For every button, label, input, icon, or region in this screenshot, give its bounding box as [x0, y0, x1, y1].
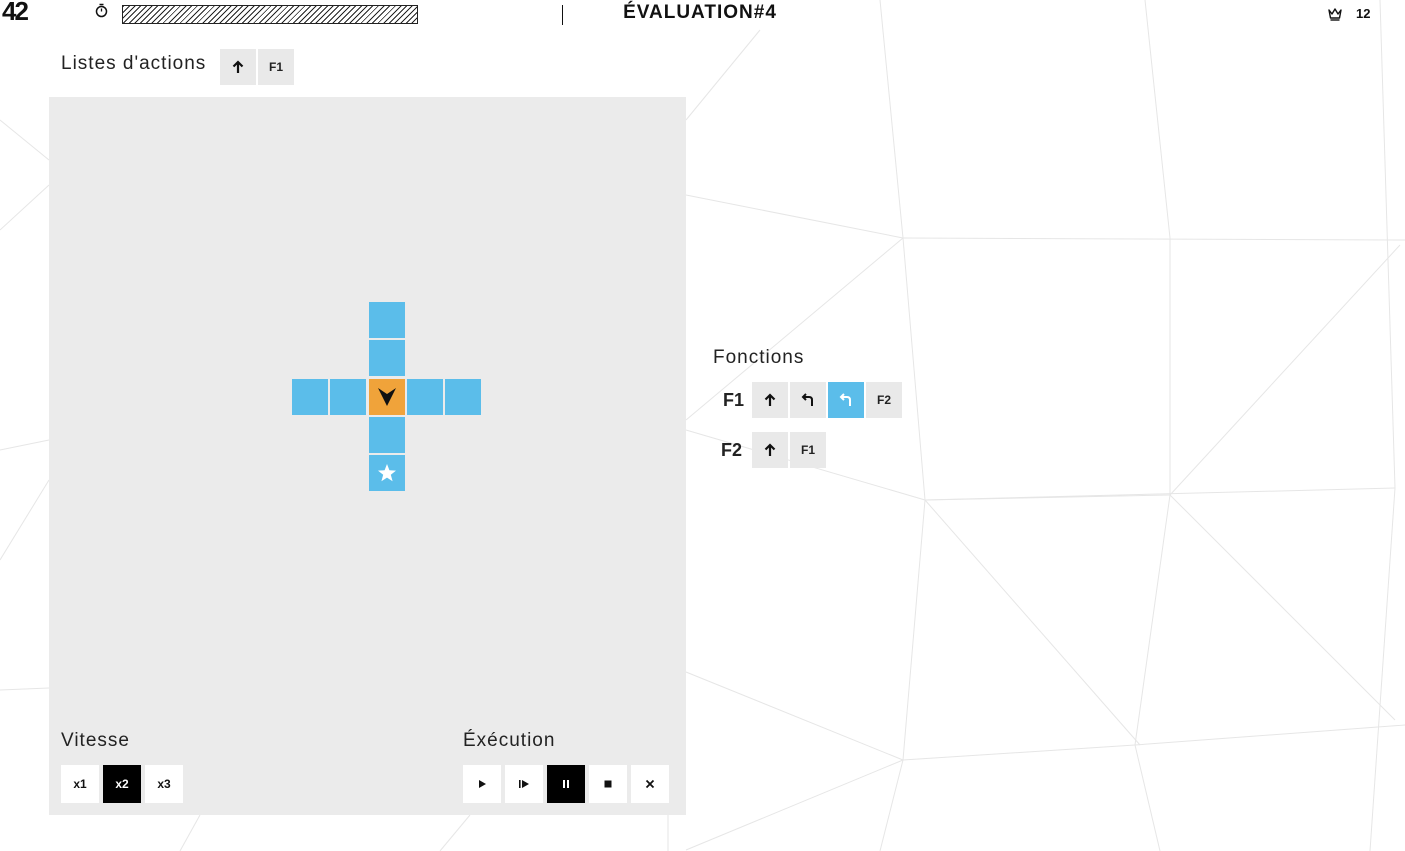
- execution-label: Éxécution: [463, 730, 556, 751]
- step-button[interactable]: [505, 765, 543, 803]
- turn-left-icon: [801, 393, 813, 406]
- timer-progress-bar: [122, 5, 418, 24]
- board-tile: [330, 379, 366, 415]
- function-f2-name: F2: [721, 439, 743, 460]
- step-icon: [519, 780, 529, 788]
- stop-button[interactable]: [589, 765, 627, 803]
- board-tile: [369, 340, 405, 376]
- speed-selector: x1 x2 x3: [61, 765, 187, 803]
- close-icon: [645, 779, 655, 789]
- robot-tile: [369, 379, 405, 415]
- board-tile: [407, 379, 443, 415]
- f1-slot-call-f2[interactable]: F2: [866, 382, 902, 418]
- action-slot-forward[interactable]: [220, 49, 256, 85]
- board-tile: [445, 379, 481, 415]
- speed-x3-button[interactable]: x3: [145, 765, 183, 803]
- arrow-up-icon: [764, 393, 776, 406]
- actions-list: F1: [220, 49, 296, 85]
- speed-label: Vitesse: [61, 730, 130, 751]
- game-board: [49, 97, 686, 815]
- star-icon: [378, 464, 396, 482]
- f2-slot-forward[interactable]: [752, 432, 788, 468]
- play-button[interactable]: [463, 765, 501, 803]
- crown-icon: [1328, 8, 1342, 21]
- pause-icon: [563, 780, 569, 788]
- f1-slot-forward[interactable]: [752, 382, 788, 418]
- logo: 42: [2, 0, 29, 26]
- function-f2-row: F2 F1: [721, 432, 828, 468]
- functions-label: Fonctions: [713, 347, 805, 368]
- f1-slot-turn-left-active[interactable]: [828, 382, 864, 418]
- robot-arrow-icon: [378, 388, 396, 406]
- speed-x1-button[interactable]: x1: [61, 765, 99, 803]
- pause-button[interactable]: [547, 765, 585, 803]
- header-divider: [562, 5, 563, 25]
- function-f1-name: F1: [723, 389, 745, 410]
- arrow-up-icon: [764, 443, 776, 456]
- play-icon: [479, 780, 486, 788]
- score-value: 12: [1356, 6, 1371, 21]
- close-button[interactable]: [631, 765, 669, 803]
- f2-slot-call-f1[interactable]: F1: [790, 432, 826, 468]
- speed-x2-button[interactable]: x2: [103, 765, 141, 803]
- arrow-up-icon: [232, 60, 244, 73]
- star-tile: [369, 455, 405, 491]
- action-slot-f1[interactable]: F1: [258, 49, 294, 85]
- board-tile: [369, 302, 405, 338]
- execution-controls: [463, 765, 673, 803]
- actions-list-label: Listes d'actions: [61, 53, 207, 74]
- timer-icon: [95, 3, 108, 18]
- stop-icon: [604, 780, 612, 788]
- f1-slot-turn-left[interactable]: [790, 382, 826, 418]
- board-tile: [369, 417, 405, 453]
- board-tile: [292, 379, 328, 415]
- turn-left-icon: [839, 393, 851, 406]
- function-f1-row: F1 F2: [723, 382, 904, 418]
- page-title: ÉVALUATION#4: [623, 2, 777, 23]
